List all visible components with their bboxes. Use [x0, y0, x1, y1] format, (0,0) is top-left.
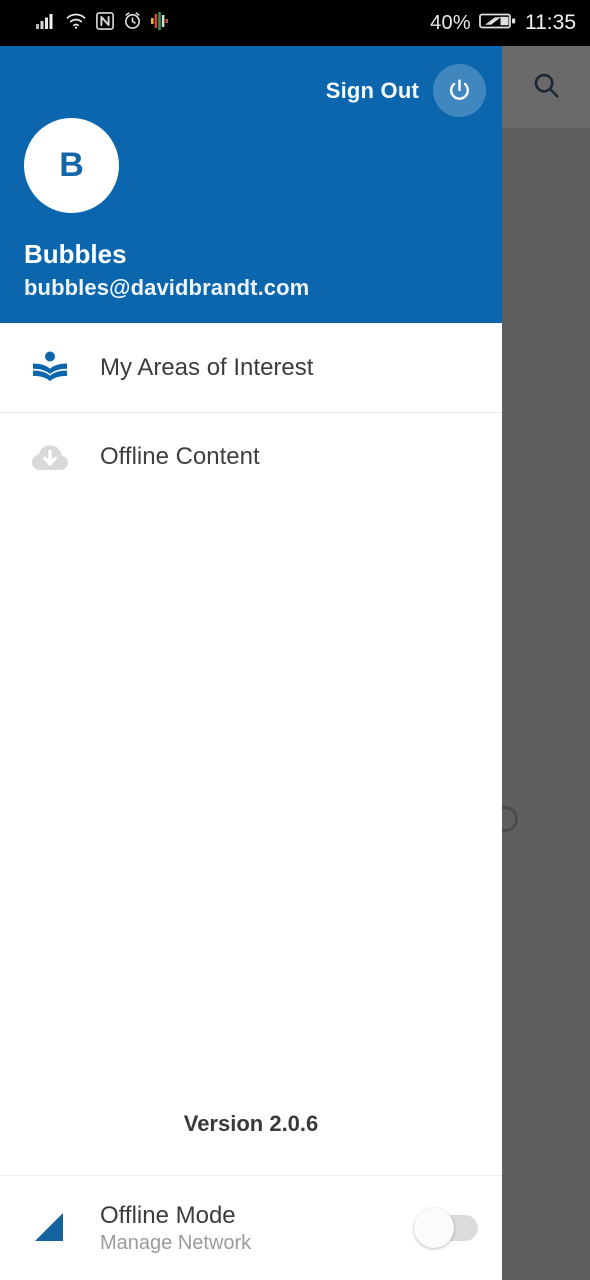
background-app-toolbar	[502, 46, 590, 128]
toggle-knob[interactable]	[414, 1208, 454, 1248]
cloud-download-icon	[24, 439, 76, 475]
avatar-initial: B	[59, 146, 84, 184]
menu-item-offline-content[interactable]: Offline Content	[0, 412, 502, 501]
status-bar-icons	[36, 11, 168, 35]
version-label: Version 2.0.6	[183, 1111, 319, 1136]
drawer-menu: My Areas of Interest Offline Content	[0, 323, 502, 501]
sign-out-label: Sign Out	[325, 77, 419, 103]
wifi-icon	[65, 12, 87, 35]
offline-mode-text: Offline Mode Manage Network	[100, 1202, 251, 1255]
network-triangle-icon	[24, 1208, 76, 1248]
offline-mode-subtitle: Manage Network	[100, 1231, 252, 1254]
search-icon[interactable]	[531, 70, 561, 105]
nfc-icon	[96, 11, 114, 35]
navigation-drawer: Sign Out B Bubbles bubbles@davidbrandt.c…	[0, 46, 502, 1280]
battery-icon	[479, 11, 517, 36]
equalizer-icon	[151, 11, 168, 35]
drawer-header: Sign Out B Bubbles bubbles@davidbrandt.c…	[0, 46, 502, 323]
signal-icon	[36, 12, 56, 35]
sign-out-button[interactable]: Sign Out	[326, 64, 486, 117]
alarm-icon	[123, 11, 142, 35]
user-email: bubbles@davidbrandt.com	[24, 275, 310, 300]
avatar[interactable]: B	[24, 118, 119, 213]
battery-percent-label: 40%	[430, 11, 471, 34]
status-bar-system: 40% 11:35	[430, 11, 576, 36]
clock-label: 11:35	[525, 11, 576, 34]
offline-mode-title: Offline Mode	[100, 1201, 236, 1229]
reader-book-icon	[24, 348, 76, 388]
menu-item-my-areas-of-interest[interactable]: My Areas of Interest	[0, 323, 502, 412]
power-icon[interactable]	[433, 64, 486, 117]
offline-mode-toggle[interactable]	[414, 1208, 478, 1248]
status-bar: 40% 11:35	[0, 0, 590, 46]
menu-item-label: My Areas of Interest	[100, 353, 314, 381]
phone-screen: 40% 11:35 Sign Out B Bubbles bubbles@dav…	[0, 0, 590, 1280]
user-name: Bubbles	[24, 239, 127, 269]
menu-item-label: Offline Content	[100, 443, 260, 470]
offline-mode-row[interactable]: Offline Mode Manage Network	[0, 1175, 502, 1280]
drawer-spacer: Version 2.0.6	[0, 501, 502, 1175]
